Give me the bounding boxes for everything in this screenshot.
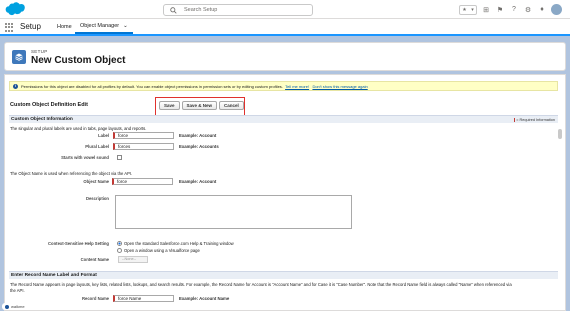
bell-icon[interactable]: ♦	[537, 5, 547, 15]
description-row: Description	[5, 195, 565, 231]
radio-label: Open a window using a Visualforce page	[124, 248, 200, 253]
page-title: New Custom Object	[31, 55, 126, 66]
field-example: Example: Accounts	[179, 144, 219, 149]
field-example: Example: Account	[179, 133, 217, 138]
search-input[interactable]: Search Setup	[163, 4, 313, 16]
plural-label-input[interactable]: forces	[113, 143, 174, 150]
section-description-cont: the API.	[10, 288, 25, 293]
avatar[interactable]	[551, 4, 562, 15]
info-message: i Permissions for this object are disabl…	[9, 81, 558, 91]
walkme-icon	[5, 304, 9, 309]
section-header: Custom Object Information = Required Inf…	[9, 115, 558, 123]
tab-object-manager-label: Object Manager	[80, 23, 120, 29]
field-example: Example: Account	[179, 179, 217, 184]
help-setting-row: Context-Sensitive Help Setting	[5, 240, 565, 256]
field-label: Starts with vowel sound	[61, 155, 109, 160]
section-header: Enter Record Name Label and Format	[9, 271, 558, 279]
field-label: Content Name	[80, 257, 109, 262]
section-description: The Record Name appears in page layouts,…	[10, 282, 512, 287]
dont-show-again-link[interactable]: Don't show this message again	[312, 84, 367, 89]
gear-icon[interactable]: ⚙	[523, 5, 533, 15]
chevron-down-icon: ▾	[471, 6, 474, 13]
info-icon: i	[13, 84, 18, 89]
field-label: Description	[85, 196, 109, 201]
star-icon: ★	[462, 6, 467, 13]
record-name-input[interactable]: force Name	[113, 295, 174, 302]
field-example: Example: Account Name	[179, 296, 230, 301]
help-option-standard[interactable]: Open the standard Salesforce.com Help & …	[117, 241, 234, 246]
section-description: The singular and plural labels are used …	[10, 126, 147, 131]
help-option-visualforce[interactable]: Open a window using a Visualforce page	[117, 248, 200, 253]
field-label: Context-Sensitive Help Setting	[48, 241, 109, 246]
plural-label-row: Plural Label forces Example: Accounts	[5, 143, 565, 151]
content-name-select: --None--	[118, 256, 148, 263]
page-header: SETUP New Custom Object	[4, 42, 566, 71]
label-input[interactable]: force	[113, 132, 174, 139]
object-name-row: Object Name force Example: Account	[5, 178, 565, 186]
app-name: Setup	[20, 22, 41, 31]
scrollbar-thumb[interactable]	[558, 129, 562, 139]
object-name-input[interactable]: force	[112, 178, 173, 185]
tab-object-manager[interactable]: Object Manager ⌄	[75, 20, 133, 34]
trailhead-icon[interactable]: ⚑	[495, 5, 505, 15]
walkme-badge[interactable]: walkme	[2, 303, 28, 310]
global-header: Search Setup ★ ▾ ⊞ ⚑ ? ⚙ ♦	[0, 0, 570, 19]
field-label: Record Name	[82, 296, 109, 301]
help-icon[interactable]: ?	[509, 5, 519, 15]
app-nav: Setup Home Object Manager ⌄	[0, 19, 570, 36]
field-label: Object Name	[83, 179, 109, 184]
salesforce-logo-icon[interactable]	[4, 2, 26, 16]
info-text: Permissions for this object are disabled…	[21, 84, 283, 89]
app-launcher-icon[interactable]	[5, 23, 14, 32]
vowel-row: Starts with vowel sound	[5, 154, 565, 162]
section-description: The Object Name is used when referencing…	[10, 171, 133, 176]
walkme-label: walkme	[11, 304, 25, 309]
tab-home-label: Home	[57, 24, 72, 30]
radio-label: Open the standard Salesforce.com Help & …	[124, 241, 234, 246]
vowel-checkbox[interactable]	[117, 155, 122, 160]
main-content: i Permissions for this object are disabl…	[4, 74, 566, 311]
chevron-down-icon[interactable]: ⌄	[123, 19, 128, 33]
required-note: = Required Information	[513, 117, 555, 122]
section-title: Enter Record Name Label and Format	[11, 273, 97, 278]
layers-icon	[15, 53, 23, 61]
favorites-button[interactable]: ★ ▾	[459, 4, 477, 15]
highlight-annotation	[155, 97, 245, 117]
required-note-text: = Required Information	[516, 117, 555, 122]
object-icon	[12, 50, 26, 64]
header-icons: ★ ▾ ⊞ ⚑ ? ⚙ ♦	[459, 4, 562, 15]
tab-home[interactable]: Home	[52, 20, 77, 34]
label-row: Label force Example: Account	[5, 132, 565, 140]
info-message-text: Permissions for this object are disabled…	[21, 84, 368, 89]
tell-me-more-link[interactable]: Tell me more!	[285, 84, 309, 89]
radio-standard[interactable]	[117, 241, 122, 246]
breadcrumb: SETUP	[31, 49, 48, 54]
search-icon	[170, 7, 177, 14]
form-title: Custom Object Definition Edit	[10, 102, 88, 108]
description-textarea[interactable]	[115, 195, 352, 229]
radio-visualforce[interactable]	[117, 248, 122, 253]
field-label: Label	[98, 133, 109, 138]
section-title: Custom Object Information	[11, 117, 73, 122]
search-placeholder: Search Setup	[184, 7, 218, 13]
record-name-row: Record Name force Name Example: Account …	[5, 295, 565, 303]
content-name-row: Content Name --None--	[5, 256, 565, 264]
field-label: Plural Label	[85, 144, 109, 149]
add-icon[interactable]: ⊞	[481, 5, 491, 15]
